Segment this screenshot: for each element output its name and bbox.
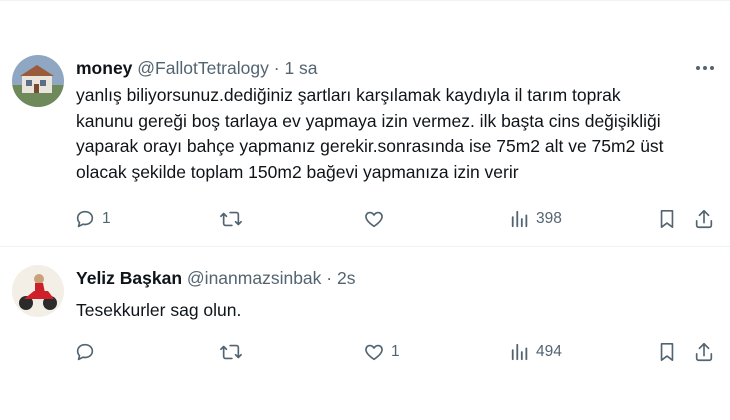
tweet-text-line: Tesekkurler sag olun. — [76, 300, 242, 320]
reply-count: 1 — [102, 210, 111, 227]
view-count: 398 — [536, 210, 562, 227]
tweet-header: money @FallotTetralogy · 1 sa — [76, 58, 318, 79]
share-icon — [695, 209, 713, 229]
views-chart-icon — [511, 343, 528, 361]
motorcycle-rider-icon — [12, 265, 64, 317]
views-button[interactable]: 398 — [510, 206, 562, 232]
like-button[interactable]: 1 — [363, 339, 400, 365]
tweet-2[interactable]: Yeliz Başkan @inanmazsinbak · 2s Tesekku… — [0, 247, 730, 420]
like-button[interactable] — [363, 206, 391, 232]
heart-icon — [365, 211, 383, 228]
display-name[interactable]: Yeliz Başkan — [76, 268, 182, 288]
tweet-actions: 1 494 — [0, 339, 730, 365]
heart-icon — [365, 344, 383, 361]
separator-dot: · — [326, 268, 333, 288]
house-photo-icon — [12, 55, 64, 107]
avatar[interactable] — [12, 55, 64, 107]
tweet-text: yanlış biliyorsunuz.dediğiniz şartları k… — [76, 83, 716, 185]
more-options-icon[interactable] — [694, 57, 716, 79]
display-name[interactable]: money — [76, 58, 132, 78]
timestamp[interactable]: 2s — [337, 268, 355, 288]
handle[interactable]: @FallotTetralogy — [137, 58, 269, 78]
avatar[interactable] — [12, 265, 64, 317]
separator-dot: · — [273, 58, 280, 78]
like-count: 1 — [391, 343, 400, 360]
share-button[interactable] — [693, 339, 715, 365]
retweet-button[interactable] — [219, 206, 249, 232]
tweet-text-line: yanlış biliyorsunuz.dediğiniz şartları k… — [76, 85, 621, 105]
bookmark-icon — [660, 343, 674, 361]
view-count: 494 — [536, 343, 562, 360]
bookmark-button[interactable] — [657, 339, 677, 365]
share-icon — [695, 342, 713, 362]
reply-button[interactable]: 1 — [74, 206, 111, 232]
handle[interactable]: @inanmazsinbak — [187, 268, 322, 288]
tweet-actions: 1 398 — [0, 206, 730, 232]
retweet-icon — [220, 211, 242, 227]
share-button[interactable] — [693, 206, 715, 232]
bookmark-button[interactable] — [657, 206, 677, 232]
reply-icon — [76, 343, 94, 361]
retweet-icon — [220, 344, 242, 360]
retweet-button[interactable] — [219, 339, 249, 365]
tweet-text-line: yaparak orayı bahçe yapmanız gerekir.son… — [76, 136, 664, 156]
views-button[interactable]: 494 — [510, 339, 562, 365]
reply-icon — [76, 210, 94, 228]
tweet-text-line: kanunu gereği boş tarlaya ev yapmaya izi… — [76, 110, 661, 131]
timestamp[interactable]: 1 sa — [284, 58, 317, 78]
tweet-header: Yeliz Başkan @inanmazsinbak · 2s — [76, 268, 355, 289]
views-chart-icon — [511, 210, 528, 228]
reply-button[interactable] — [74, 339, 102, 365]
tweet-1[interactable]: money @FallotTetralogy · 1 sa yanlış bil… — [0, 0, 730, 246]
bookmark-icon — [660, 210, 674, 228]
tweet-text: Tesekkurler sag olun. — [76, 298, 716, 324]
tweet-text-line: olacak şekilde toplam 150m2 bağevi yapma… — [76, 161, 519, 182]
